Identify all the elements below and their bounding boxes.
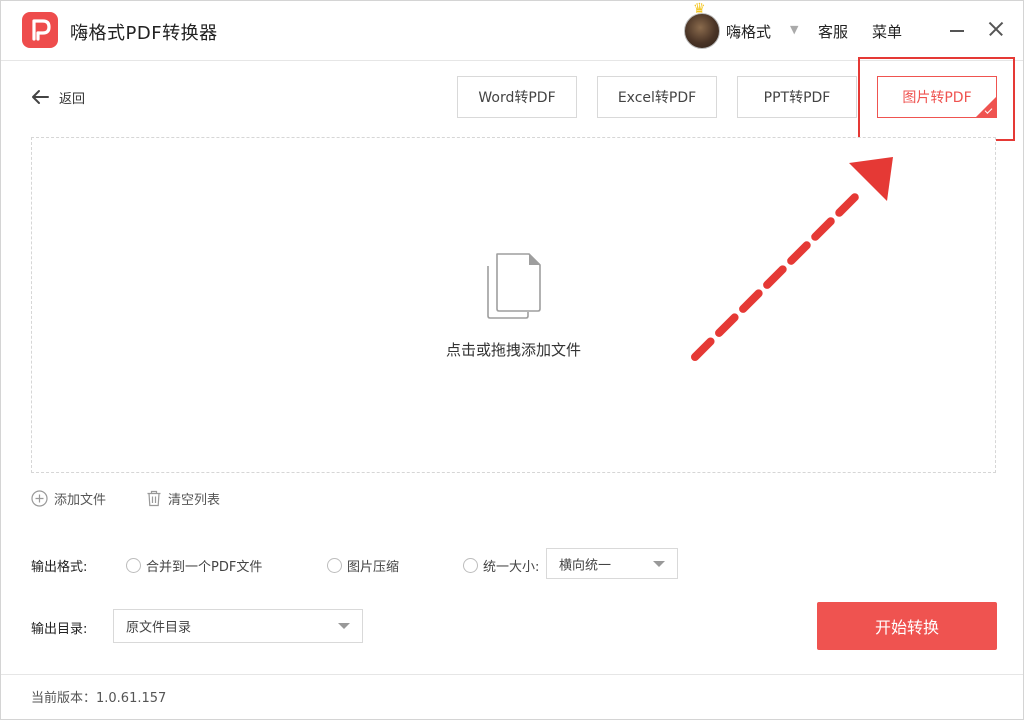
app-logo-icon xyxy=(22,12,58,48)
tab-image-to-pdf[interactable]: 图片转PDF xyxy=(877,76,997,118)
tab-ppt-to-pdf[interactable]: PPT转PDF xyxy=(737,76,857,118)
chevron-down-icon xyxy=(653,560,665,567)
size-select[interactable]: 横向统一 xyxy=(546,548,678,579)
close-icon[interactable] xyxy=(986,19,1006,39)
output-dir-select[interactable]: 原文件目录 xyxy=(113,609,363,643)
back-label: 返回 xyxy=(59,91,86,107)
radio-merge-pdf-label: 合并到一个PDF文件 xyxy=(146,559,263,575)
tab-excel-to-pdf[interactable]: Excel转PDF xyxy=(597,76,717,118)
start-convert-button[interactable]: 开始转换 xyxy=(817,602,997,650)
tab-image-to-pdf-label: 图片转PDF xyxy=(902,90,972,106)
radio-unify-size[interactable]: 统一大小: xyxy=(463,556,540,575)
plus-circle-icon xyxy=(31,489,48,507)
output-dir-label: 输出目录: xyxy=(31,622,88,637)
radio-circle xyxy=(463,557,478,573)
radio-image-compress[interactable]: 图片压缩 xyxy=(327,556,400,575)
radio-image-compress-label: 图片压缩 xyxy=(347,559,400,575)
menu-link[interactable]: 菜单 xyxy=(872,21,902,42)
radio-circle xyxy=(126,557,141,573)
radio-circle xyxy=(327,557,342,573)
username[interactable]: 嗨格式 xyxy=(726,21,771,42)
app-window: 嗨格式PDF转换器 ♛ 嗨格式 ▼ 客服 菜单 返回 Word转PDF Exce… xyxy=(0,0,1024,720)
title-bar: 嗨格式PDF转换器 ♛ 嗨格式 ▼ 客服 菜单 xyxy=(1,1,1023,61)
avatar[interactable] xyxy=(684,13,720,49)
drop-hint: 点击或拖拽添加文件 xyxy=(445,341,581,359)
version-text: 当前版本：1.0.61.157 xyxy=(31,691,167,706)
customer-service-link[interactable]: 客服 xyxy=(818,21,848,42)
radio-merge-pdf[interactable]: 合并到一个PDF文件 xyxy=(126,556,263,575)
add-file-button[interactable]: 添加文件 xyxy=(31,489,107,508)
size-select-value: 横向统一 xyxy=(559,558,612,573)
arrow-left-icon xyxy=(29,86,51,108)
output-format-label: 输出格式: xyxy=(31,560,88,575)
output-dir-value: 原文件目录 xyxy=(126,620,192,636)
document-icon xyxy=(487,253,541,319)
chevron-down-icon xyxy=(338,623,350,629)
radio-unify-size-label: 统一大小: xyxy=(483,559,540,575)
check-icon xyxy=(976,97,996,117)
app-title: 嗨格式PDF转换器 xyxy=(70,23,218,44)
chevron-down-icon[interactable]: ▼ xyxy=(790,23,798,36)
add-file-label: 添加文件 xyxy=(54,492,107,508)
minimize-icon[interactable] xyxy=(948,17,968,41)
clear-list-label: 清空列表 xyxy=(168,492,221,508)
tab-word-to-pdf[interactable]: Word转PDF xyxy=(457,76,577,118)
trash-icon xyxy=(147,490,161,506)
clear-list-button[interactable]: 清空列表 xyxy=(146,489,221,508)
back-button[interactable]: 返回 xyxy=(29,85,85,109)
